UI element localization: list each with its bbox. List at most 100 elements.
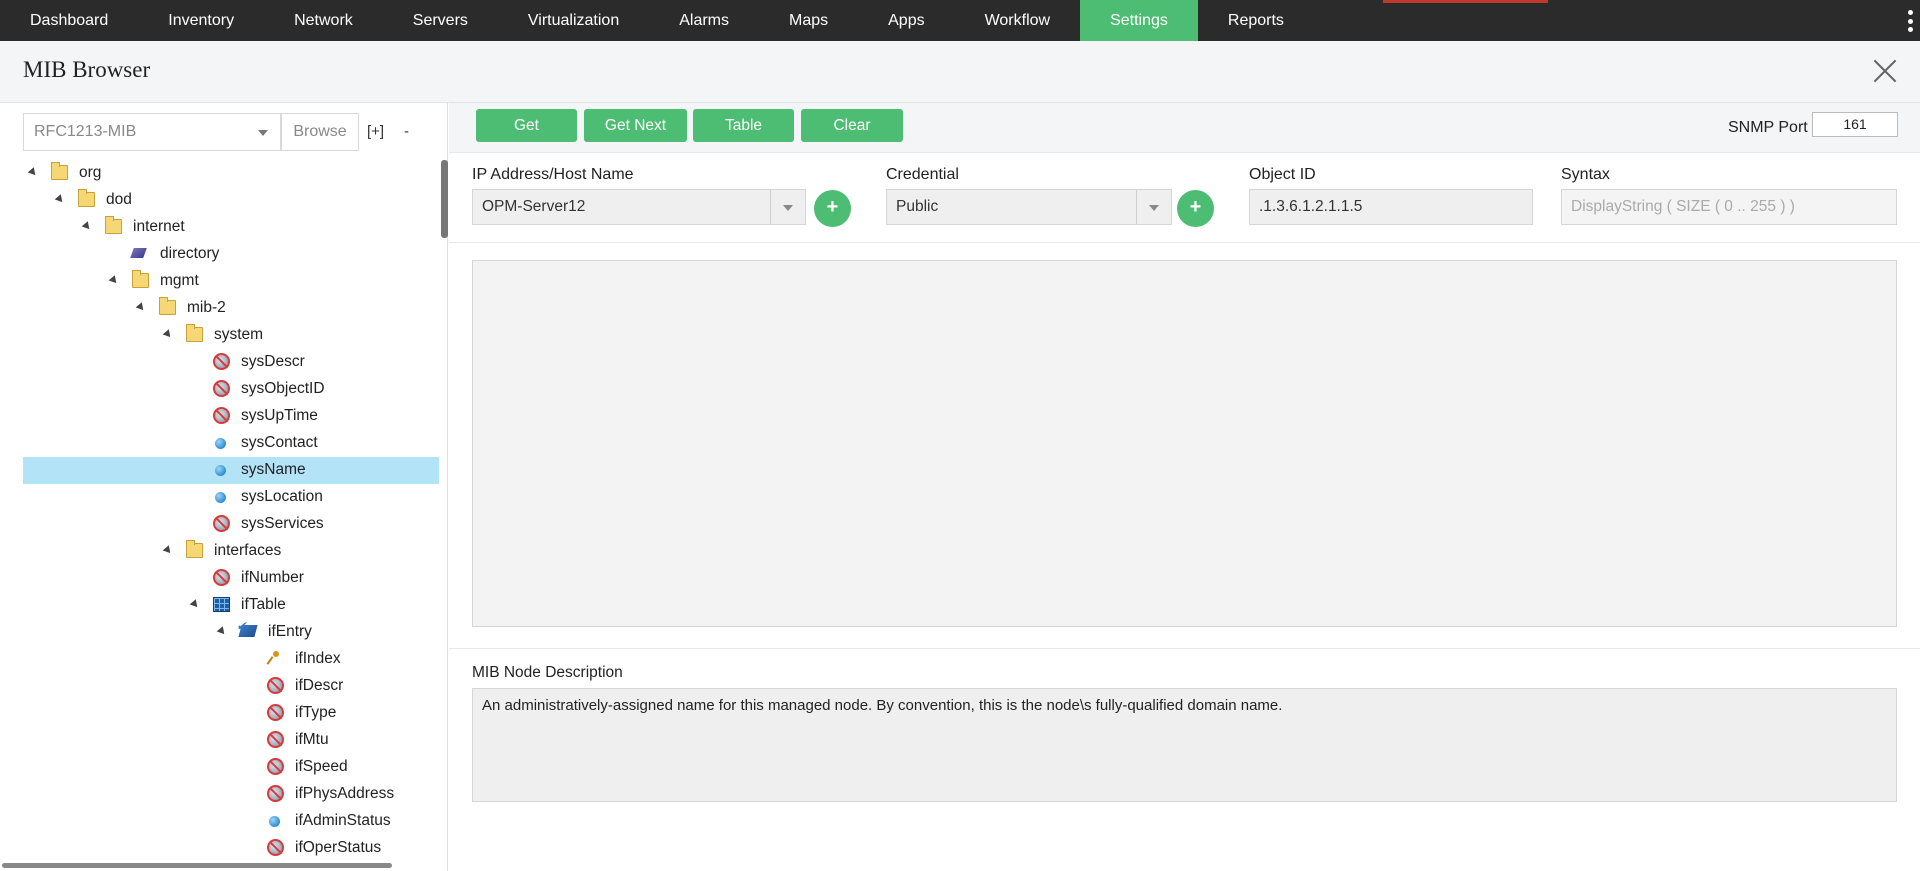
read-write-icon [215,492,226,503]
description-section: MIB Node Description An administratively… [449,648,1920,871]
read-only-icon [213,515,230,532]
ip-address-value: OPM-Server12 [482,198,586,215]
tree-node-label: mib-2 [187,299,226,316]
result-output-area[interactable] [472,260,1897,627]
ip-address-select[interactable]: OPM-Server12 [472,189,806,225]
expand-toggle-icon[interactable] [162,545,174,556]
snmp-port-input[interactable]: 161 [1812,112,1898,137]
table-button[interactable]: Table [693,109,794,142]
nav-dashboard[interactable]: Dashboard [0,0,138,41]
tree-node-dod[interactable]: dod [23,187,439,214]
tree-node-ifphysaddress[interactable]: ifPhysAddress [23,781,439,808]
tree-node-ifmtu[interactable]: ifMtu [23,727,439,754]
nav-inventory[interactable]: Inventory [138,0,264,41]
tree-node-label: ifTable [241,596,286,613]
tree-node-label: sysName [241,461,306,478]
syntax-field: DisplayString ( SIZE ( 0 .. 255 ) ) [1561,189,1897,225]
tree-node-ifdescr[interactable]: ifDescr [23,673,439,700]
read-only-icon [213,569,230,586]
tree-node-label: ifSpeed [295,758,348,775]
tree-node-iftype[interactable]: ifType [23,700,439,727]
nav-servers[interactable]: Servers [383,0,498,41]
nav-maps[interactable]: Maps [759,0,858,41]
page-header: MIB Browser [0,41,1920,103]
folder-icon [186,324,203,342]
folder-icon [186,540,203,558]
close-icon[interactable] [1872,58,1898,84]
tree-node-ifspeed[interactable]: ifSpeed [23,754,439,781]
directory-icon [130,248,147,258]
tree-node-label: sysDescr [241,353,305,370]
tree-node-syslocation[interactable]: sysLocation [23,484,439,511]
tree-horizontal-scrollbar[interactable] [2,863,392,868]
tree-node-mgmt[interactable]: mgmt [23,268,439,295]
tree-node-sysname[interactable]: sysName [23,457,439,484]
tree-node-sysuptime[interactable]: sysUpTime [23,403,439,430]
object-id-label: Object ID [1249,166,1316,183]
tree-node-iftable[interactable]: ifTable [23,592,439,619]
tree-node-ifentry[interactable]: ifEntry [23,619,439,646]
tree-node-ifoperstatus[interactable]: ifOperStatus [23,835,439,860]
tree-node-mib-2[interactable]: mib-2 [23,295,439,322]
expand-all-button[interactable]: [+] [367,123,384,140]
nav-workflow[interactable]: Workflow [955,0,1081,41]
read-only-icon [213,407,230,424]
nav-network[interactable]: Network [264,0,383,41]
tree-node-org[interactable]: org [23,160,439,187]
tree-node-label: sysServices [241,515,324,532]
get-button[interactable]: Get [476,109,577,142]
nav-virtualization[interactable]: Virtualization [498,0,649,41]
tree-node-label: sysObjectID [241,380,325,397]
credential-select[interactable]: Public [886,189,1172,225]
read-write-icon [215,465,226,476]
nav-settings[interactable]: Settings [1080,0,1198,41]
collapse-all-button[interactable]: - [404,123,409,140]
tree-node-syscontact[interactable]: sysContact [23,430,439,457]
clear-button[interactable]: Clear [801,109,903,142]
tree-node-label: internet [133,218,185,235]
tree-node-sysobjectid[interactable]: sysObjectID [23,376,439,403]
object-id-input[interactable]: .1.3.6.1.2.1.1.5 [1249,189,1533,225]
tree-node-ifnumber[interactable]: ifNumber [23,565,439,592]
nav-alarms[interactable]: Alarms [649,0,759,41]
tree-node-internet[interactable]: internet [23,214,439,241]
tree-node-label: ifDescr [295,677,344,694]
tree-node-label: sysUpTime [241,407,318,424]
get-next-button[interactable]: Get Next [584,109,687,142]
chevron-down-icon [1149,205,1159,211]
add-credential-button[interactable]: + [1177,190,1214,227]
tree-node-ifadminstatus[interactable]: ifAdminStatus [23,808,439,835]
mib-tree-panel: RFC1213-MIB Browse [+] - org dod internet d… [0,103,448,871]
add-host-button[interactable]: + [814,190,851,227]
expand-toggle-icon[interactable] [216,626,228,637]
tree-node-sysservices[interactable]: sysServices [23,511,439,538]
mib-operation-panel: Get Get Next Table Clear SNMP Port 161 I… [449,103,1920,871]
tree-node-system[interactable]: system [23,322,439,349]
tree-node-directory[interactable]: directory [23,241,439,268]
mib-module-select[interactable]: RFC1213-MIB [23,113,281,151]
folder-icon [78,189,95,207]
browse-button[interactable]: Browse [281,113,359,151]
tree-node-label: system [214,326,264,343]
nav-reports[interactable]: Reports [1198,0,1314,41]
expand-toggle-icon[interactable] [162,329,174,340]
expand-toggle-icon[interactable] [108,275,120,286]
tree-node-label: org [79,164,102,181]
ip-address-label: IP Address/Host Name [472,166,634,183]
expand-toggle-icon[interactable] [189,599,201,610]
tree-node-interfaces[interactable]: interfaces [23,538,439,565]
tree-node-label: sysContact [241,434,318,451]
expand-toggle-icon[interactable] [54,194,66,205]
mib-module-value: RFC1213-MIB [34,123,137,140]
tree-node-ifindex[interactable]: ifIndex [23,646,439,673]
more-options-icon[interactable] [1906,10,1914,32]
tree-vertical-scrollbar[interactable] [441,160,448,238]
tree-node-sysdescr[interactable]: sysDescr [23,349,439,376]
snmp-port-label: SNMP Port [1728,119,1808,136]
nav-apps[interactable]: Apps [858,0,954,41]
tree-node-label: ifIndex [295,650,341,667]
expand-toggle-icon[interactable] [81,221,93,232]
expand-toggle-icon[interactable] [135,302,147,313]
expand-toggle-icon[interactable] [27,167,39,178]
tree-node-label: ifOperStatus [295,839,382,856]
